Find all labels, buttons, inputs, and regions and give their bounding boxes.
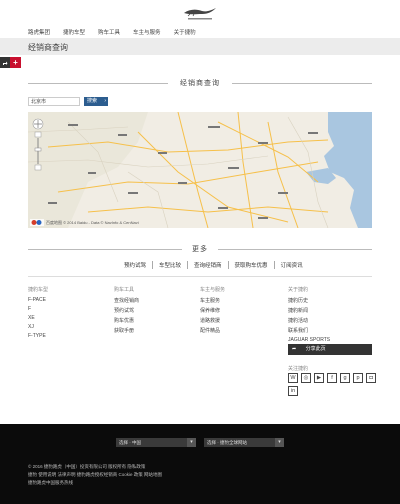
nav-item-models[interactable]: 捷豹车型 xyxy=(63,28,85,36)
linkedin-icon[interactable]: in xyxy=(288,386,298,396)
footer-col-tools: 购车工具 查找经销商 预约试驾 购车优惠 获取手册 xyxy=(114,286,139,337)
link-find-dealer[interactable]: 查询经销商 xyxy=(188,261,229,269)
col-link[interactable]: 保养维修 xyxy=(200,307,225,314)
facebook-icon[interactable]: f xyxy=(327,373,337,383)
country-select-value: 选择 · 中国 xyxy=(119,440,141,445)
chevron-down-icon: ▾ xyxy=(275,438,284,447)
col-title: 车主与服务 xyxy=(200,287,226,293)
col-title: 关于捷豹 xyxy=(288,287,309,293)
pinterest-icon[interactable]: p xyxy=(353,373,363,383)
map-logo-text: 百度地图 xyxy=(46,220,62,225)
col-link[interactable]: 车主服务 xyxy=(200,297,225,304)
weibo-icon[interactable]: W xyxy=(288,373,298,383)
footer-copyright: © 2016 捷豹路虎（中国）投资有限公司 版权所有 隐私政策 xyxy=(28,464,146,469)
link-offers[interactable]: 获取购车优惠 xyxy=(229,261,275,269)
footer-col-models: 捷豹车型 F-PACE F XE XJ F-TYPE xyxy=(28,286,48,342)
top-navigation: 路虎集团 捷豹车型 购车工具 车主与服务 关于捷豹 xyxy=(0,0,400,38)
jaguar-logo[interactable] xyxy=(182,6,218,22)
wechat-icon[interactable]: ◎ xyxy=(301,373,311,383)
col-link[interactable]: 捷豹新闻 xyxy=(288,307,330,314)
map-attribution: 百度地图 © 2014 Baidu - Data © NavInfo & Cen… xyxy=(46,220,139,226)
more-title: 更多 xyxy=(192,246,208,253)
region-select-value: 选择 · 捷豹全球网站 xyxy=(207,440,247,445)
col-link[interactable]: 配件精品 xyxy=(200,327,225,334)
col-link[interactable]: F xyxy=(28,306,48,312)
col-title: 捷豹车型 xyxy=(28,287,49,293)
map-zoom-control xyxy=(32,118,44,178)
col-link[interactable]: 捷豹活动 xyxy=(288,317,330,324)
col-link[interactable]: 预约试驾 xyxy=(114,307,139,314)
link-subscribe[interactable]: 订阅资讯 xyxy=(275,261,309,269)
more-heading: 更多 xyxy=(28,244,372,254)
dealer-map[interactable]: 百度地图 © 2014 Baidu - Data © NavInfo & Cen… xyxy=(28,112,372,228)
section-title: 经销商查询 xyxy=(180,80,220,87)
share-icon: ➦ xyxy=(292,346,297,352)
nav-item-about[interactable]: 关于捷豹 xyxy=(174,28,196,36)
share-icon[interactable] xyxy=(0,57,10,68)
col-link[interactable]: 查找经销商 xyxy=(114,297,139,304)
col-link[interactable]: 道路救援 xyxy=(200,317,225,324)
share-page-button[interactable]: ➦ 分享此页 xyxy=(288,344,372,355)
col-link[interactable]: 捷豹历史 xyxy=(288,297,330,304)
map-canvas xyxy=(28,112,372,228)
social-title: 关注捷豹 xyxy=(288,366,309,372)
col-link[interactable]: XE xyxy=(28,315,48,321)
nav-item-tools[interactable]: 购车工具 xyxy=(98,28,120,36)
country-select[interactable]: 选择 · 中国 ▾ xyxy=(116,438,196,447)
col-link[interactable]: XJ xyxy=(28,324,48,330)
plus-icon[interactable]: + xyxy=(10,57,21,68)
social-icons-row-2: in xyxy=(288,386,301,396)
search-button-label: 搜索 xyxy=(87,98,98,104)
nav-item-group[interactable]: 路虎集团 xyxy=(28,28,50,36)
site-footer: 选择 · 中国 ▾ 选择 · 捷豹全球网站 ▾ © 2016 捷豹路虎（中国）投… xyxy=(0,424,400,504)
googleplus-icon[interactable]: g xyxy=(340,373,350,383)
col-link[interactable]: F-PACE xyxy=(28,297,48,303)
page-title: 经销商查询 xyxy=(28,43,68,52)
footer-hotline: 捷豹路虎中国服务热线 xyxy=(28,480,73,485)
map-copyright: © 2014 Baidu - Data © NavInfo & CenNavi xyxy=(63,220,139,225)
youku-icon[interactable]: ▶ xyxy=(314,373,324,383)
nav-item-owners[interactable]: 车主与服务 xyxy=(133,28,161,36)
footer-col-about: 关于捷豹 捷豹历史 捷豹新闻 捷豹活动 联系我们 JAGUAR SPORTS xyxy=(288,286,330,346)
social-icons-row: W ◎ ▶ f g p ◘ xyxy=(288,373,379,383)
page-title-bar: 经销商查询 xyxy=(0,38,400,55)
col-link[interactable]: 购车优惠 xyxy=(114,317,139,324)
chevron-down-icon: ▾ xyxy=(187,438,196,447)
col-link[interactable]: 联系我们 xyxy=(288,327,330,334)
share-label: 分享此页 xyxy=(305,346,326,352)
section-heading: 经销商查询 xyxy=(28,78,372,88)
link-test-drive[interactable]: 预约试驾 xyxy=(118,261,154,269)
more-links: 预约试驾 车型比较 查询经销商 获取购车优惠 订阅资讯 xyxy=(118,261,309,269)
col-link[interactable]: JAGUAR SPORTS xyxy=(288,337,330,343)
instagram-icon[interactable]: ◘ xyxy=(366,373,376,383)
link-compare[interactable]: 车型比较 xyxy=(153,261,189,269)
col-link[interactable]: F-TYPE xyxy=(28,333,48,339)
chevron-right-icon: › xyxy=(104,98,106,104)
dealer-search: 搜索 › xyxy=(28,97,108,106)
col-link[interactable]: 获取手册 xyxy=(114,327,139,334)
region-select[interactable]: 选择 · 捷豹全球网站 ▾ xyxy=(204,438,284,447)
province-input[interactable] xyxy=(28,97,80,106)
footer-col-owners: 车主与服务 车主服务 保养维修 道路救援 配件精品 xyxy=(200,286,225,337)
footer-legal-links[interactable]: 捷豹 使用说明 法律声明 捷豹路虎授权经销商 Cookie 政策 网站地图 xyxy=(28,472,162,478)
nav-menu: 路虎集团 捷豹车型 购车工具 车主与服务 关于捷豹 xyxy=(28,28,209,36)
search-button[interactable]: 搜索 › xyxy=(84,97,108,106)
divider xyxy=(28,276,372,277)
col-title: 购车工具 xyxy=(114,287,135,293)
page: 路虎集团 捷豹车型 购车工具 车主与服务 关于捷豹 经销商查询 + 经销商查询 … xyxy=(0,0,400,504)
side-tabs: + xyxy=(0,57,21,68)
